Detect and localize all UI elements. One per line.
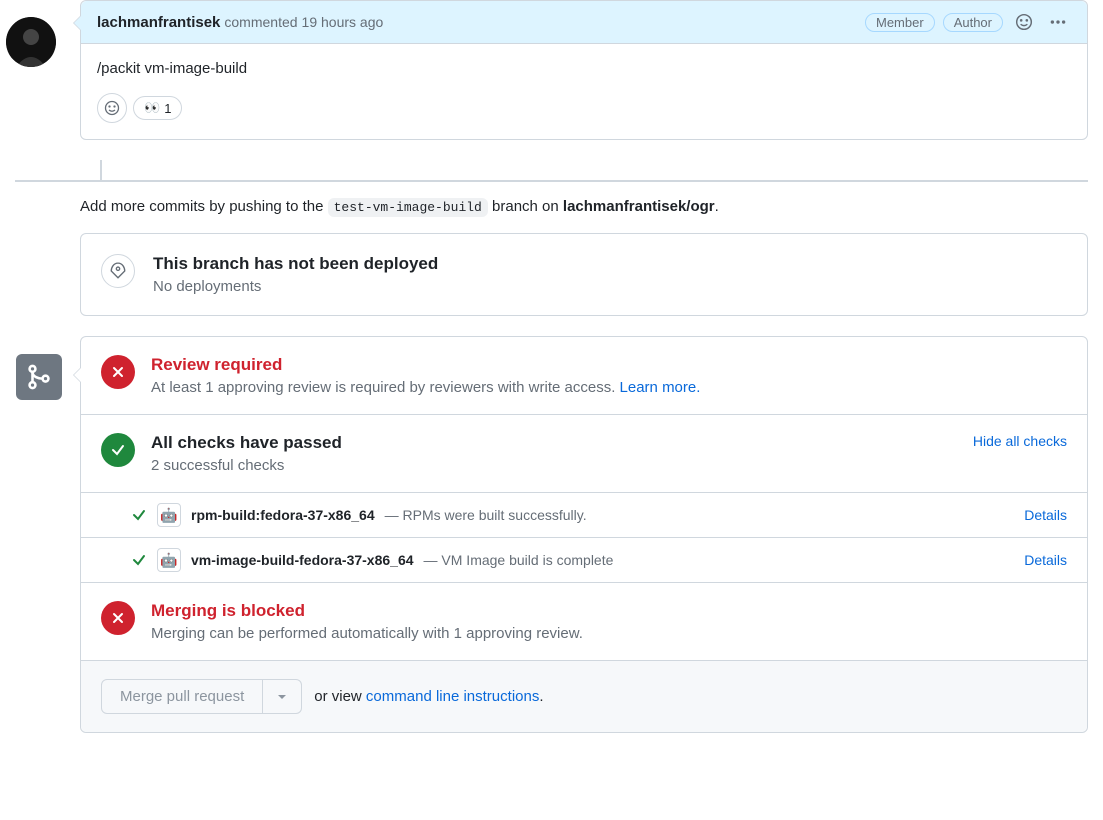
smiley-icon[interactable] <box>1011 9 1037 35</box>
blocked-sub: Merging can be performed automatically w… <box>151 625 583 642</box>
push-hint-suffix: . <box>715 198 719 215</box>
git-merge-icon <box>16 354 62 400</box>
repo-name: lachmanfrantisek/ogr <box>563 198 715 215</box>
learn-more-link[interactable]: Learn more. <box>620 379 701 396</box>
check-desc: — RPMs were built successfully. <box>385 507 587 523</box>
divider <box>15 180 1088 182</box>
merge-footer: Merge pull request or view command line … <box>81 661 1087 732</box>
period: . <box>539 688 543 705</box>
merge-dropdown-button[interactable] <box>263 679 302 714</box>
blocked-title: Merging is blocked <box>151 601 583 621</box>
deploy-card: This branch has not been deployed No dep… <box>80 233 1088 316</box>
kebab-menu-icon[interactable] <box>1045 9 1071 35</box>
rocket-icon <box>101 254 135 288</box>
comment-body: /packit vm-image-build <box>81 44 1087 93</box>
push-hint-prefix: Add more commits by pushing to the <box>80 198 328 215</box>
push-hint-mid: branch on <box>488 198 563 215</box>
blocked-section: Merging is blocked Merging can be perfor… <box>81 583 1087 661</box>
check-success-icon <box>131 552 147 568</box>
hide-checks-link[interactable]: Hide all checks <box>973 433 1067 449</box>
check-success-icon <box>131 507 147 523</box>
bot-avatar-icon: 🤖 <box>157 503 181 527</box>
checks-sub: 2 successful checks <box>151 457 342 474</box>
chevron-down-icon <box>277 692 287 702</box>
error-icon <box>101 355 135 389</box>
check-details-link[interactable]: Details <box>1024 552 1067 568</box>
author-avatar[interactable] <box>6 17 56 67</box>
branch-name: test-vm-image-build <box>328 198 488 217</box>
success-icon <box>101 433 135 467</box>
comment-author[interactable]: lachmanfrantisek <box>97 14 220 31</box>
comment-header: lachmanfrantisek commented 19 hours ago … <box>81 1 1087 44</box>
check-name: rpm-build:fedora-37-x86_64 <box>191 507 375 523</box>
error-icon <box>101 601 135 635</box>
push-hint: Add more commits by pushing to the test-… <box>80 198 1088 215</box>
bot-avatar-icon: 🤖 <box>157 548 181 572</box>
or-view-text: or view <box>314 688 366 705</box>
deploy-title: This branch has not been deployed <box>153 254 438 274</box>
author-badge: Author <box>943 13 1003 32</box>
comment-time[interactable]: 19 hours ago <box>302 14 384 30</box>
eyes-reaction[interactable]: 👀 1 <box>133 96 182 120</box>
add-reaction-icon[interactable] <box>97 93 127 123</box>
check-desc: — VM Image build is complete <box>424 552 614 568</box>
merge-card: Review required At least 1 approving rev… <box>80 336 1088 733</box>
checks-title: All checks have passed <box>151 433 342 453</box>
timeline-connector <box>100 160 1103 180</box>
check-details-link[interactable]: Details <box>1024 507 1067 523</box>
deploy-sub: No deployments <box>153 278 438 295</box>
check-row: 🤖 vm-image-build-fedora-37-x86_64 — VM I… <box>81 538 1087 583</box>
eyes-emoji: 👀 <box>144 100 160 116</box>
review-section: Review required At least 1 approving rev… <box>81 337 1087 415</box>
comment-box: lachmanfrantisek commented 19 hours ago … <box>80 0 1088 140</box>
review-sub: At least 1 approving review is required … <box>151 379 620 396</box>
review-title: Review required <box>151 355 700 375</box>
checks-section: All checks have passed 2 successful chec… <box>81 415 1087 493</box>
member-badge: Member <box>865 13 935 32</box>
comment-action: commented <box>224 14 297 30</box>
merge-pull-request-button[interactable]: Merge pull request <box>101 679 263 714</box>
check-name: vm-image-build-fedora-37-x86_64 <box>191 552 414 568</box>
cli-instructions-link[interactable]: command line instructions <box>366 688 539 705</box>
check-row: 🤖 rpm-build:fedora-37-x86_64 — RPMs were… <box>81 493 1087 538</box>
reaction-count: 1 <box>164 101 171 116</box>
